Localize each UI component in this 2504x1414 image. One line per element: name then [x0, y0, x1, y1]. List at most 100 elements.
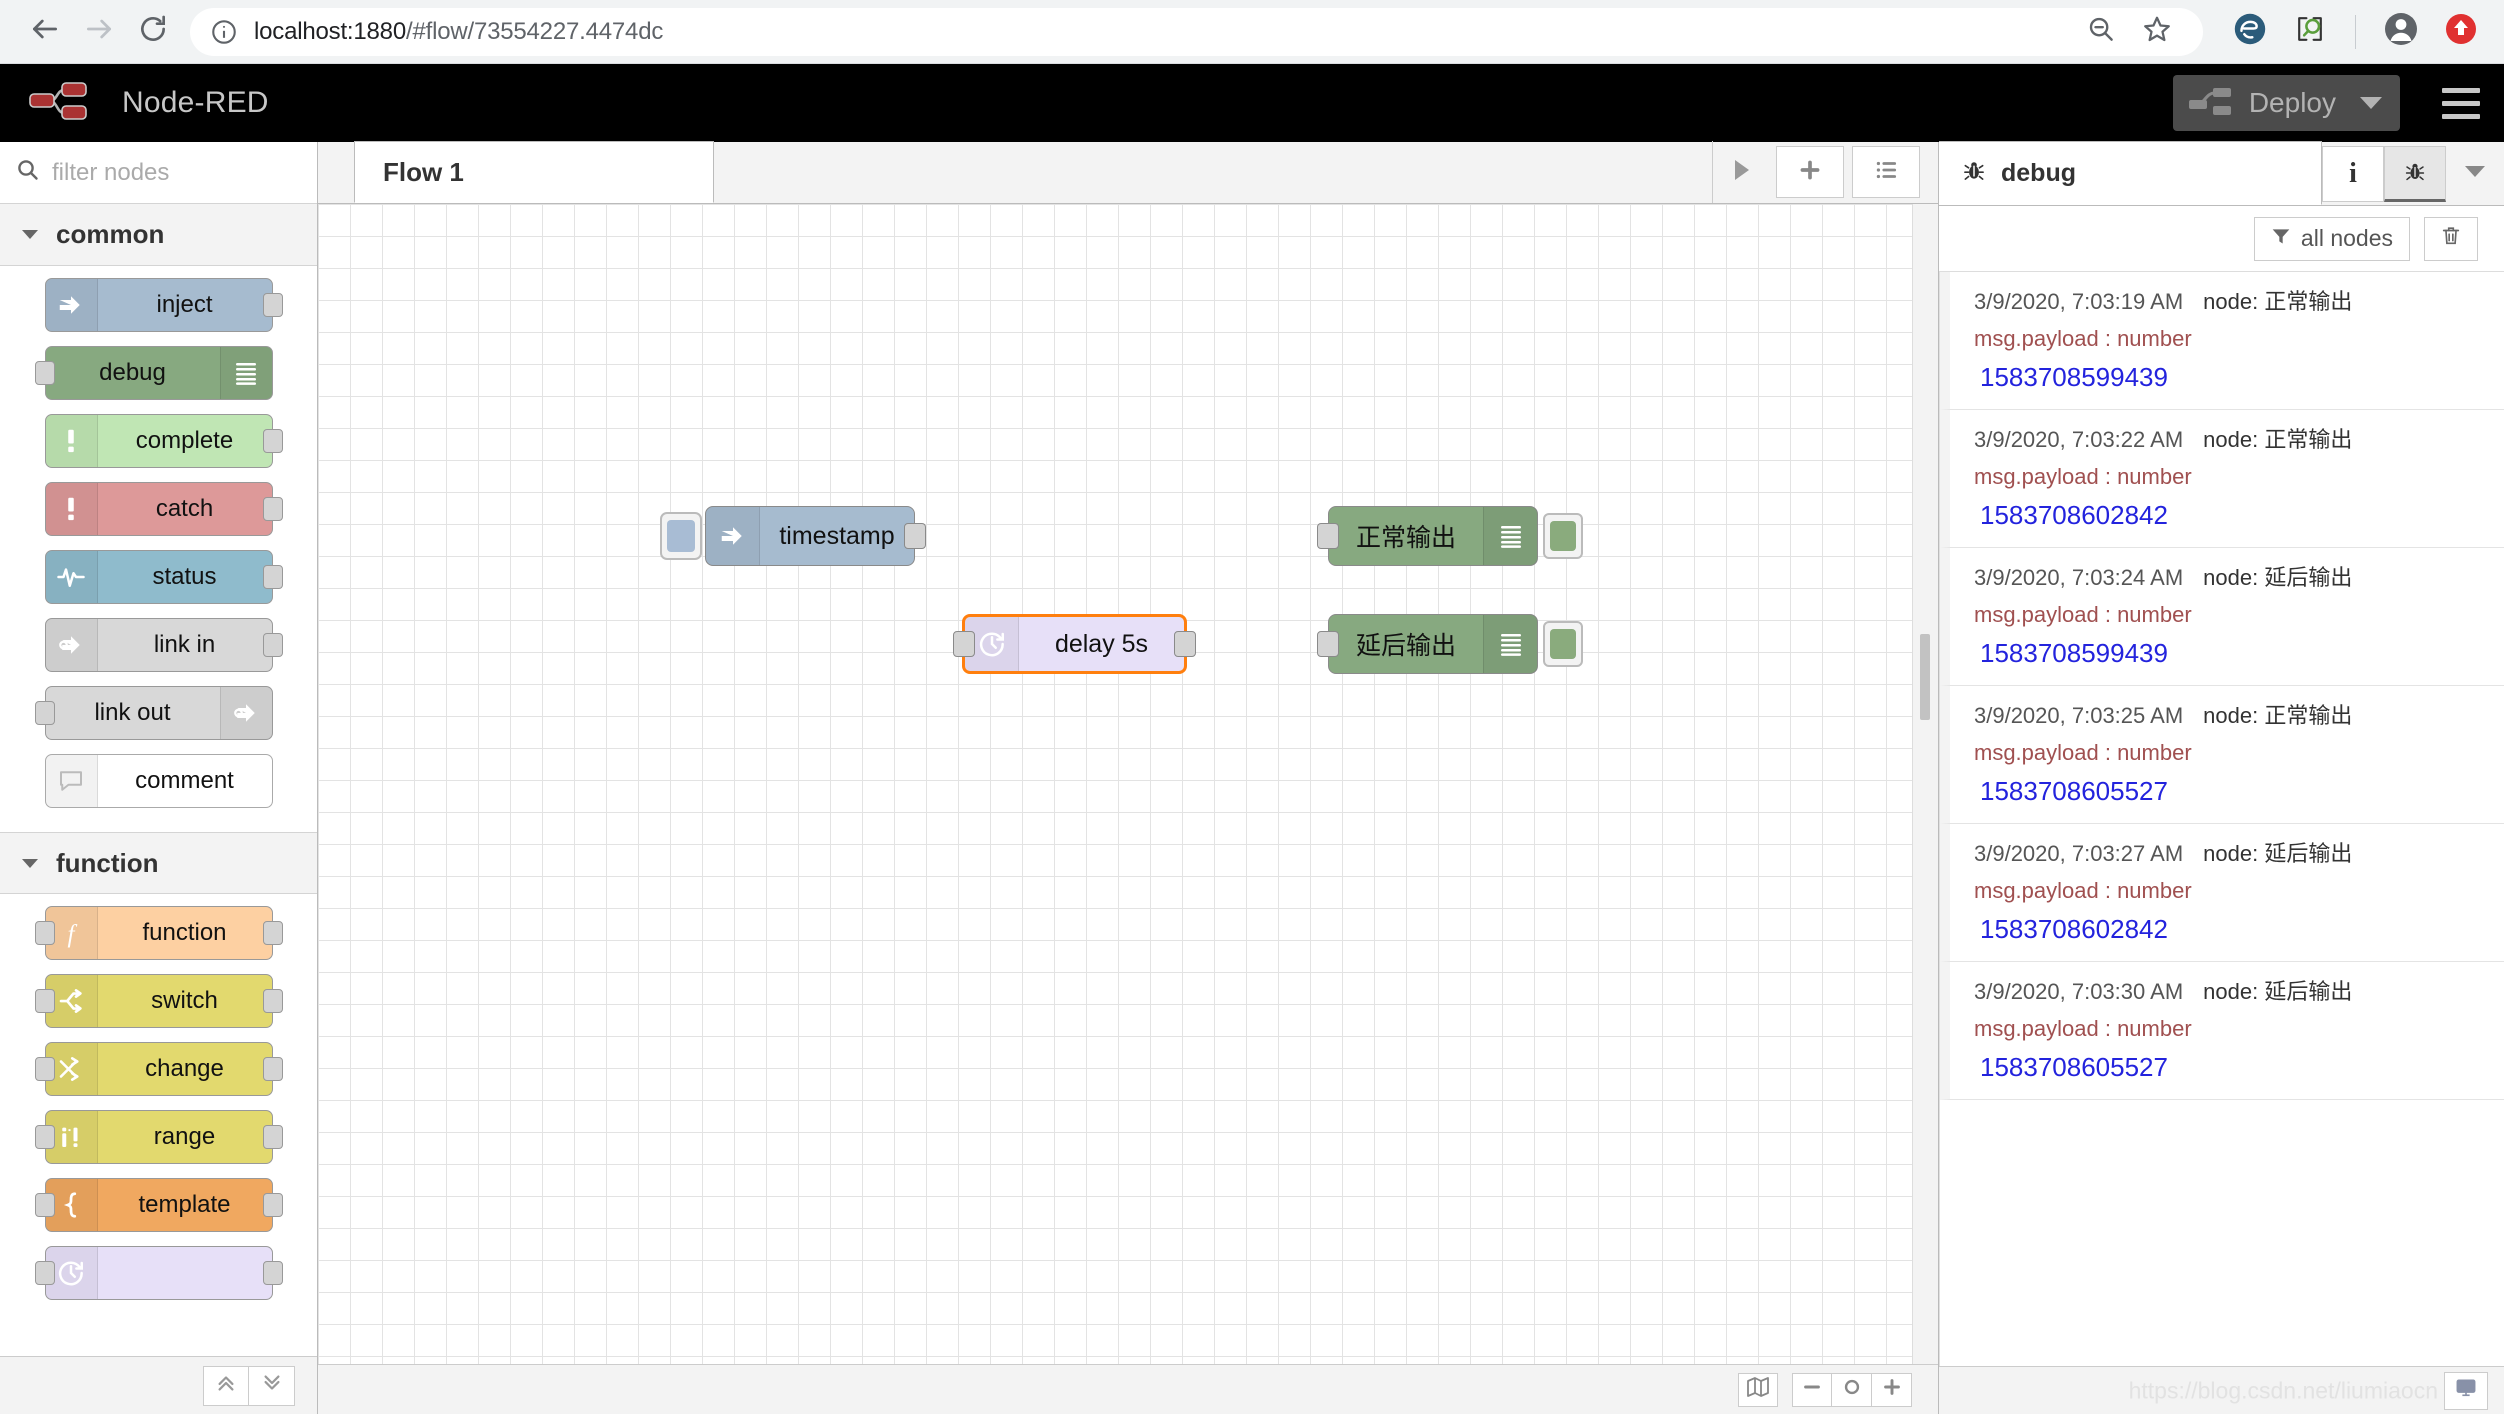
node-output-port[interactable]: [262, 1125, 283, 1149]
palette-node-function[interactable]: f function: [34, 906, 283, 960]
bookmark-button[interactable]: [2131, 6, 2183, 58]
debug-message-value[interactable]: 1583708605527: [1974, 1052, 2480, 1083]
sidebar-debug-button[interactable]: [2384, 146, 2446, 202]
add-flow-button[interactable]: [1776, 146, 1844, 198]
canvas-vertical-scrollbar[interactable]: [1912, 204, 1938, 1364]
edge-extension-button[interactable]: [2225, 7, 2275, 57]
debug-message-node[interactable]: node: 正常输出: [2203, 427, 2352, 452]
node-input-port[interactable]: [34, 989, 55, 1013]
debug-message-value[interactable]: 1583708602842: [1974, 500, 2480, 531]
node-input-port[interactable]: [34, 361, 55, 385]
flow-canvas[interactable]: timestamp delay 5s 正常输出延后输出: [318, 204, 1938, 1364]
debug-message-node[interactable]: node: 延后输出: [2203, 565, 2352, 590]
palette-scroll-area[interactable]: common inject debug complete catch status link…: [0, 204, 317, 1356]
node-input-port[interactable]: [1317, 523, 1339, 549]
flow-node-inject[interactable]: timestamp: [660, 506, 926, 566]
search-extension-button[interactable]: [2285, 7, 2335, 57]
sidebar-more-button[interactable]: [2446, 141, 2504, 205]
debug-message-node[interactable]: node: 延后输出: [2203, 841, 2352, 866]
node-output-port[interactable]: [262, 429, 283, 453]
debug-message[interactable]: 3/9/2020, 7:03:19 AM node: 正常输出 msg.payloa…: [1940, 272, 2504, 410]
debug-message[interactable]: 3/9/2020, 7:03:25 AM node: 正常输出 msg.payloa…: [1940, 686, 2504, 824]
collapse-all-button[interactable]: [203, 1365, 249, 1406]
palette-node-template[interactable]: template: [34, 1178, 283, 1232]
debug-message-value[interactable]: 1583708599439: [1974, 638, 2480, 669]
node-input-port[interactable]: [34, 1125, 55, 1149]
palette-node-link-out[interactable]: link out: [34, 686, 273, 740]
filter-nodes-button[interactable]: all nodes: [2253, 216, 2410, 261]
scrollbar-thumb[interactable]: [1920, 634, 1930, 720]
debug-toggle-button[interactable]: [1543, 621, 1583, 667]
debug-message-node[interactable]: node: 正常输出: [2203, 703, 2352, 728]
main-menu-button[interactable]: [2418, 64, 2504, 142]
debug-message-list[interactable]: 3/9/2020, 7:03:19 AM node: 正常输出 msg.payloa…: [1939, 272, 2504, 1366]
palette-node-debug[interactable]: debug: [34, 346, 273, 400]
palette-node-status[interactable]: status: [44, 550, 283, 604]
reload-button[interactable]: [126, 5, 180, 59]
palette-node-comment[interactable]: comment: [44, 754, 273, 808]
node-output-port[interactable]: [262, 921, 283, 945]
node-output-port[interactable]: [262, 1193, 283, 1217]
zoom-reset-button[interactable]: [1832, 1372, 1872, 1407]
node-output-port[interactable]: [262, 497, 283, 521]
node-output-port[interactable]: [1174, 631, 1196, 657]
node-input-port[interactable]: [34, 1261, 55, 1285]
page-info-icon[interactable]: [210, 18, 238, 46]
navigator-button[interactable]: [1738, 1372, 1778, 1407]
flow-list-button[interactable]: [1852, 146, 1920, 198]
monitor-button[interactable]: [2444, 1371, 2488, 1410]
expand-all-button[interactable]: [249, 1365, 295, 1406]
debug-toggle-button[interactable]: [1543, 513, 1583, 559]
debug-message-node[interactable]: node: 延后输出: [2203, 979, 2352, 1004]
inject-trigger-button[interactable]: [660, 512, 702, 560]
profile-button[interactable]: [2376, 7, 2426, 57]
palette-node-complete[interactable]: complete: [44, 414, 283, 468]
node-output-port[interactable]: [262, 1057, 283, 1081]
node-output-port[interactable]: [262, 1261, 283, 1285]
palette-node-link-in[interactable]: link in: [44, 618, 283, 672]
update-button[interactable]: [2436, 7, 2486, 57]
debug-message[interactable]: 3/9/2020, 7:03:30 AM node: 延后输出 msg.payloa…: [1940, 962, 2504, 1100]
palette-node-change[interactable]: change: [34, 1042, 283, 1096]
node-output-port[interactable]: [262, 633, 283, 657]
sidebar-info-button[interactable]: i: [2322, 146, 2384, 202]
flow-tab-1[interactable]: Flow 1: [354, 141, 714, 203]
address-bar[interactable]: localhost:1880/#flow/73554227.4474dc: [190, 6, 2203, 58]
palette-node-range[interactable]: range: [34, 1110, 283, 1164]
palette-category-function[interactable]: function: [0, 832, 317, 894]
node-input-port[interactable]: [34, 1193, 55, 1217]
zoom-in-button[interactable]: [1872, 1372, 1912, 1407]
node-input-port[interactable]: [1317, 631, 1339, 657]
node-output-port[interactable]: [262, 989, 283, 1013]
back-button[interactable]: [18, 5, 72, 59]
flow-node-debug2[interactable]: 延后输出: [1317, 614, 1583, 674]
zoom-out-button[interactable]: [2075, 6, 2127, 58]
palette-category-common[interactable]: common: [0, 204, 317, 266]
palette-node-delay[interactable]: [34, 1246, 283, 1300]
node-output-port[interactable]: [262, 293, 283, 317]
chevron-down-icon[interactable]: [2360, 97, 2382, 109]
node-input-port[interactable]: [34, 701, 55, 725]
node-output-port[interactable]: [262, 565, 283, 589]
zoom-out-button[interactable]: [1792, 1372, 1832, 1407]
debug-message[interactable]: 3/9/2020, 7:03:27 AM node: 延后输出 msg.payloa…: [1940, 824, 2504, 962]
node-input-port[interactable]: [34, 1057, 55, 1081]
node-input-port[interactable]: [34, 921, 55, 945]
debug-message-node[interactable]: node: 正常输出: [2203, 289, 2352, 314]
clear-messages-button[interactable]: [2424, 216, 2478, 261]
flow-node-debug1[interactable]: 正常输出: [1317, 506, 1583, 566]
node-output-port[interactable]: [904, 523, 926, 549]
palette-node-inject[interactable]: inject: [44, 278, 283, 332]
deploy-button[interactable]: Deploy: [2172, 75, 2400, 131]
debug-message-value[interactable]: 1583708599439: [1974, 362, 2480, 393]
palette-node-switch[interactable]: switch: [34, 974, 283, 1028]
debug-message-value[interactable]: 1583708602842: [1974, 914, 2480, 945]
debug-message[interactable]: 3/9/2020, 7:03:22 AM node: 正常输出 msg.payloa…: [1940, 410, 2504, 548]
nodered-brand[interactable]: Node-RED: [26, 77, 269, 130]
filter-nodes-input[interactable]: [52, 158, 301, 187]
forward-button[interactable]: [72, 5, 126, 59]
node-input-port[interactable]: [953, 631, 975, 657]
flow-node-delay[interactable]: delay 5s: [953, 614, 1196, 674]
debug-message-value[interactable]: 1583708605527: [1974, 776, 2480, 807]
palette-node-catch[interactable]: catch: [44, 482, 283, 536]
